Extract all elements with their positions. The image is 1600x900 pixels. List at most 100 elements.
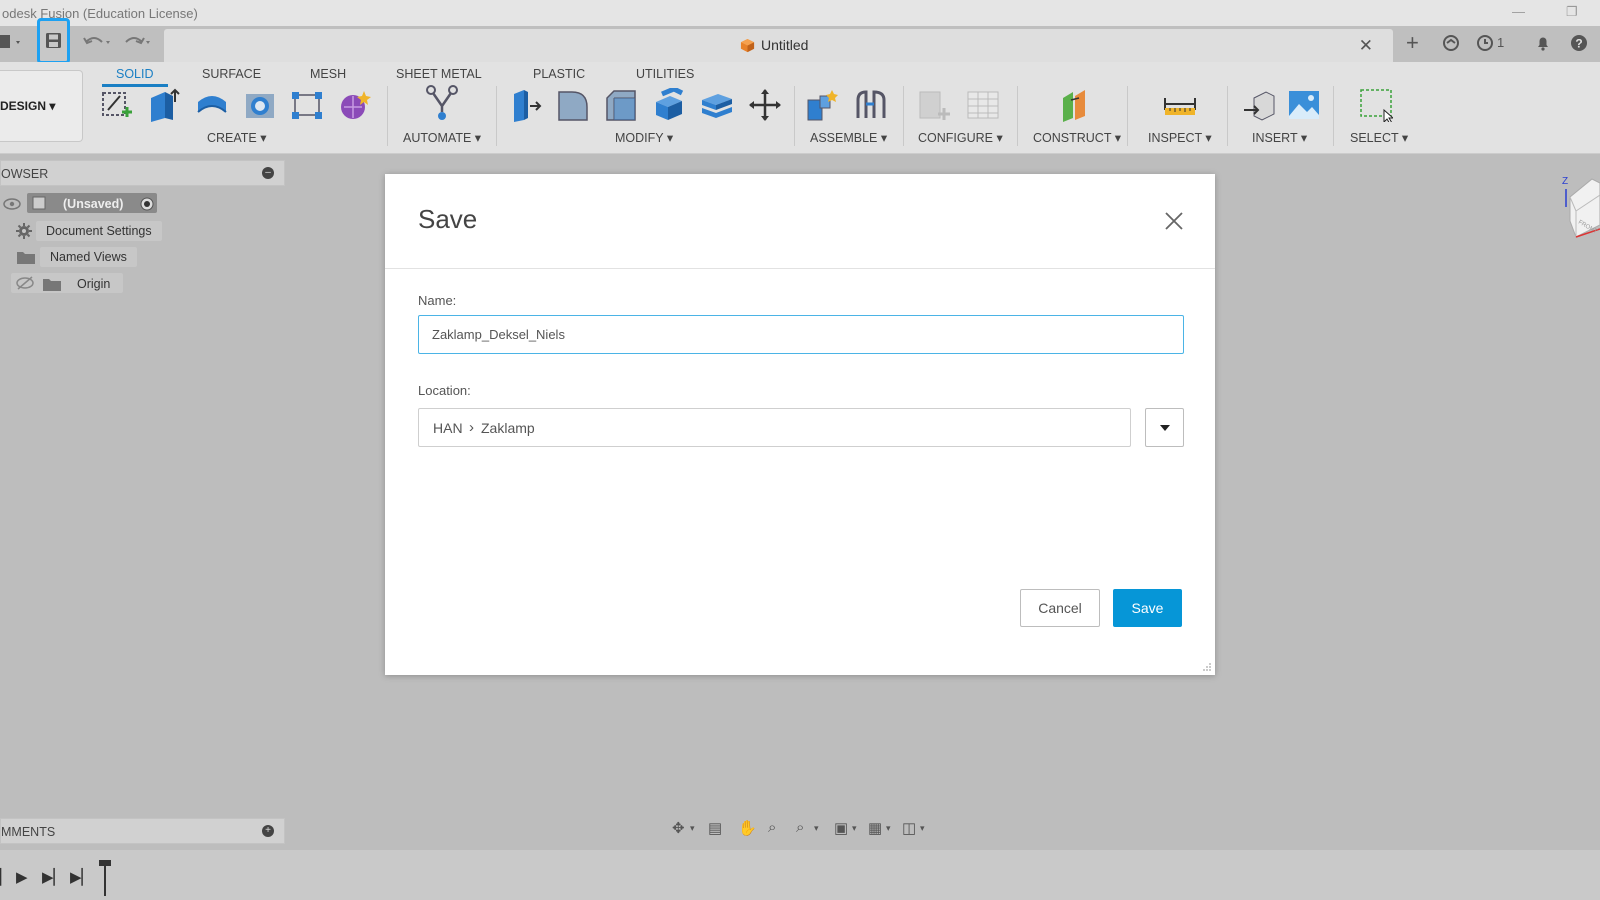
- insert-group-label[interactable]: INSERT ▾: [1252, 130, 1307, 145]
- display-dropdown-icon[interactable]: ▾: [852, 823, 857, 834]
- folder-icon: [17, 252, 35, 264]
- display-settings-icon[interactable]: ▣: [834, 819, 848, 837]
- assemble-group-label[interactable]: ASSEMBLE ▾: [810, 130, 887, 145]
- step-forward-icon[interactable]: ▶▏: [42, 868, 65, 886]
- ribbon-separator: [496, 86, 497, 146]
- dialog-title: Save: [418, 204, 478, 234]
- inspect-group-label[interactable]: INSPECT ▾: [1148, 130, 1212, 145]
- restore-icon[interactable]: ❐: [1566, 4, 1578, 20]
- undo-icon[interactable]: [82, 32, 116, 57]
- expand-panel-icon[interactable]: +: [262, 825, 274, 837]
- dialog-divider: [385, 268, 1215, 269]
- tab-mesh[interactable]: MESH: [310, 67, 346, 81]
- zoom-dropdown-icon[interactable]: ▾: [814, 823, 819, 834]
- grid-dropdown-icon[interactable]: ▾: [886, 823, 891, 834]
- document-tab[interactable]: Untitled ✕: [164, 29, 1393, 62]
- minimize-icon[interactable]: —: [1512, 4, 1525, 19]
- viewcube-axis-label: Z: [1562, 176, 1568, 187]
- automate-group-label[interactable]: AUTOMATE ▾: [403, 130, 481, 145]
- cancel-button[interactable]: Cancel: [1020, 589, 1100, 627]
- browser-panel-header[interactable]: OWSER –: [0, 160, 285, 186]
- go-to-end-icon[interactable]: ▶▏: [70, 868, 93, 886]
- job-status-icon[interactable]: [1476, 34, 1494, 57]
- hole-icon[interactable]: [243, 88, 277, 122]
- tab-solid[interactable]: SOLID: [116, 67, 154, 81]
- create-form-icon[interactable]: [338, 88, 372, 122]
- active-tab-indicator: [102, 84, 168, 87]
- orbit-icon[interactable]: ✥: [672, 819, 685, 837]
- extrude-icon[interactable]: [147, 88, 181, 122]
- canvas-image-icon[interactable]: [1287, 88, 1321, 122]
- collapse-panel-icon[interactable]: –: [262, 167, 274, 179]
- tree-item-document-settings[interactable]: Document Settings: [36, 221, 162, 241]
- pan-hand-icon[interactable]: ✋: [738, 819, 757, 837]
- location-dropdown-button[interactable]: [1145, 408, 1184, 447]
- configure-icon[interactable]: [918, 88, 952, 122]
- comments-panel-header[interactable]: MMENTS +: [0, 818, 285, 844]
- insert-derive-icon[interactable]: [1242, 88, 1276, 122]
- redo-icon[interactable]: [122, 32, 156, 57]
- file-menu-icon[interactable]: [0, 32, 24, 57]
- offset-plane-icon[interactable]: [1059, 88, 1093, 122]
- ribbon-separator: [1227, 86, 1228, 146]
- quick-save-button[interactable]: [37, 18, 70, 64]
- zoom-icon[interactable]: ⌕: [768, 819, 776, 836]
- construct-group-label[interactable]: CONSTRUCT ▾: [1033, 130, 1121, 145]
- resize-grip-icon[interactable]: [1202, 662, 1212, 672]
- grid-settings-icon[interactable]: ▦: [868, 819, 882, 837]
- hidden-eye-icon[interactable]: [16, 276, 34, 290]
- configure-group-label[interactable]: CONFIGURE ▾: [918, 130, 1003, 145]
- caret-down-icon: [1160, 425, 1170, 431]
- timeline-marker-icon[interactable]: [98, 860, 112, 896]
- tab-sheet-metal[interactable]: SHEET METAL: [396, 67, 482, 81]
- folder-icon: [43, 279, 61, 291]
- name-input[interactable]: [418, 315, 1184, 354]
- measure-icon[interactable]: [1163, 88, 1197, 122]
- modify-group-label[interactable]: MODIFY ▾: [615, 130, 673, 145]
- play-icon[interactable]: ▶: [16, 868, 28, 886]
- pattern-icon[interactable]: [290, 88, 324, 122]
- new-tab-plus-icon[interactable]: +: [1406, 30, 1419, 56]
- extensions-icon[interactable]: [1442, 34, 1460, 57]
- joint-icon[interactable]: [854, 88, 888, 122]
- tab-utilities[interactable]: UTILITIES: [636, 67, 694, 81]
- select-window-icon[interactable]: [1359, 88, 1393, 122]
- step-back-icon[interactable]: ▏: [0, 868, 12, 886]
- location-breadcrumb[interactable]: HAN › Zaklamp: [418, 408, 1131, 447]
- automate-icon[interactable]: [423, 84, 461, 122]
- activate-radio-icon[interactable]: [140, 197, 154, 211]
- notifications-bell-icon[interactable]: [1534, 34, 1552, 57]
- fillet-icon[interactable]: [556, 88, 590, 122]
- visibility-eye-icon[interactable]: [3, 197, 21, 211]
- configuration-table-icon[interactable]: [966, 88, 1000, 122]
- tree-item-named-views[interactable]: Named Views: [40, 247, 137, 267]
- chamfer-icon[interactable]: [604, 88, 638, 122]
- press-pull-icon[interactable]: [508, 88, 542, 122]
- viewports-icon[interactable]: ◫: [902, 819, 916, 837]
- create-group-label[interactable]: CREATE ▾: [207, 130, 267, 145]
- save-button[interactable]: Save: [1113, 589, 1182, 627]
- close-dialog-icon[interactable]: [1165, 212, 1183, 230]
- app-title: odesk Fusion (Education License): [2, 6, 198, 21]
- tab-surface[interactable]: SURFACE: [202, 67, 261, 81]
- close-tab-icon[interactable]: ✕: [1359, 36, 1373, 56]
- tree-item-origin[interactable]: Origin: [11, 273, 123, 293]
- help-icon[interactable]: ?: [1570, 34, 1588, 57]
- location-crumb-folder[interactable]: Zaklamp: [481, 420, 535, 436]
- create-sketch-icon[interactable]: [100, 88, 134, 122]
- revolve-icon[interactable]: [195, 88, 229, 122]
- viewports-dropdown-icon[interactable]: ▾: [920, 823, 925, 834]
- shell-icon[interactable]: [652, 88, 686, 122]
- location-crumb-root[interactable]: HAN: [433, 420, 463, 436]
- combine-icon[interactable]: [700, 88, 734, 122]
- viewcube[interactable]: Z FRONT: [1562, 175, 1600, 247]
- tab-plastic[interactable]: PLASTIC: [533, 67, 585, 81]
- orbit-dropdown-icon[interactable]: ▾: [690, 823, 695, 834]
- move-copy-icon[interactable]: [748, 88, 782, 122]
- fit-icon[interactable]: ⌕: [796, 819, 804, 836]
- tree-item-root[interactable]: (Unsaved): [27, 193, 157, 213]
- look-at-icon[interactable]: ▤: [708, 819, 722, 837]
- select-group-label[interactable]: SELECT ▾: [1350, 130, 1408, 145]
- workspace-switcher[interactable]: DESIGN ▾: [0, 70, 83, 142]
- new-component-icon[interactable]: [806, 88, 840, 122]
